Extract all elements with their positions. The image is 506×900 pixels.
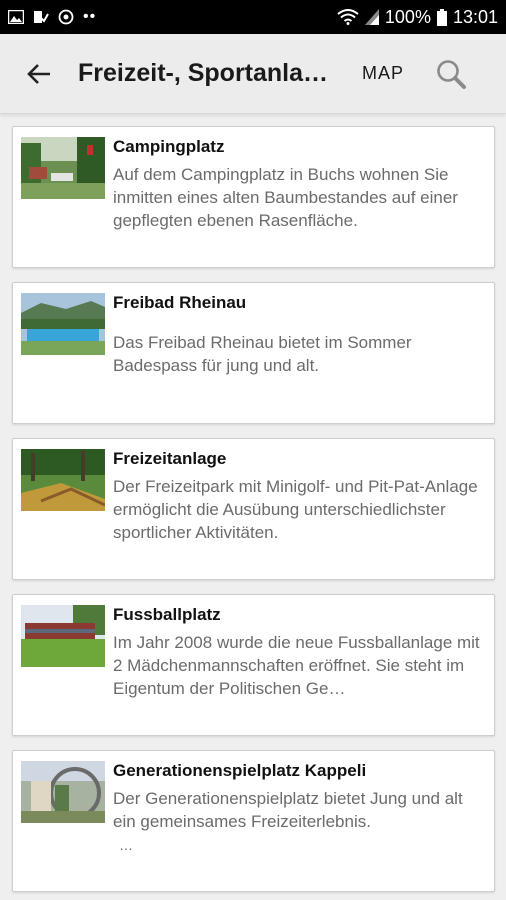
back-arrow-icon [27, 63, 50, 84]
list-item[interactable]: Generationenspielplatz Kappeli Der Gener… [12, 750, 495, 892]
battery-percent: 100% [384, 6, 431, 27]
wifi-icon [337, 9, 359, 25]
item-title: Freizeitanlage [113, 449, 227, 468]
target-icon [58, 9, 74, 25]
item-description: Im Jahr 2008 wurde die neue Fussballanla… [113, 633, 480, 698]
page-title: Freizeit-, Sportanla… [78, 59, 329, 87]
gallery-icon [8, 10, 24, 24]
list-item[interactable]: Campingplatz Auf dem Campingplatz in Buc… [12, 126, 495, 268]
thumbnail-generationenspielplatz [21, 761, 105, 823]
item-title: Generationenspielplatz Kappeli [113, 761, 367, 780]
item-description: Auf dem Campingplatz in Buchs wohnen Sie… [113, 165, 458, 230]
thumbnail-freizeitanlage [21, 449, 105, 511]
list-item[interactable]: Freizeitanlage Der Freizeitpark mit Mini… [12, 438, 495, 580]
status-bar: •• 100% 13:01 [0, 0, 506, 34]
battery-icon [436, 8, 447, 26]
search-icon [437, 59, 467, 89]
list-item[interactable]: Fussballplatz Im Jahr 2008 wurde die neu… [12, 594, 495, 736]
item-title: Freibad Rheinau [113, 293, 247, 312]
thumbnail-campingplatz [21, 137, 105, 199]
more-dots-icon: •• [83, 8, 97, 25]
item-description: Das Freibad Rheinau bietet im Sommer Bad… [113, 333, 412, 375]
thumbnail-freibad [21, 293, 105, 355]
more-indicator: … [119, 837, 133, 853]
back-button[interactable] [0, 34, 78, 114]
thumbnail-fussballplatz [21, 605, 105, 667]
list-item[interactable]: Freibad Rheinau Das Freibad Rheinau biet… [12, 282, 495, 424]
app-bar: Freizeit-, Sportanla… MAP [0, 34, 506, 114]
item-title: Campingplatz [113, 137, 225, 156]
signal-icon [364, 9, 379, 25]
item-title: Fussballplatz [113, 605, 221, 624]
check-icon [34, 11, 49, 23]
item-description: Der Freizeitpark mit Minigolf- und Pit-P… [113, 477, 478, 542]
item-description: Der Generationenspielplatz bietet Jung u… [113, 789, 463, 831]
search-button[interactable] [434, 57, 468, 91]
clock: 13:01 [452, 6, 498, 27]
map-button[interactable]: MAP [362, 63, 404, 84]
